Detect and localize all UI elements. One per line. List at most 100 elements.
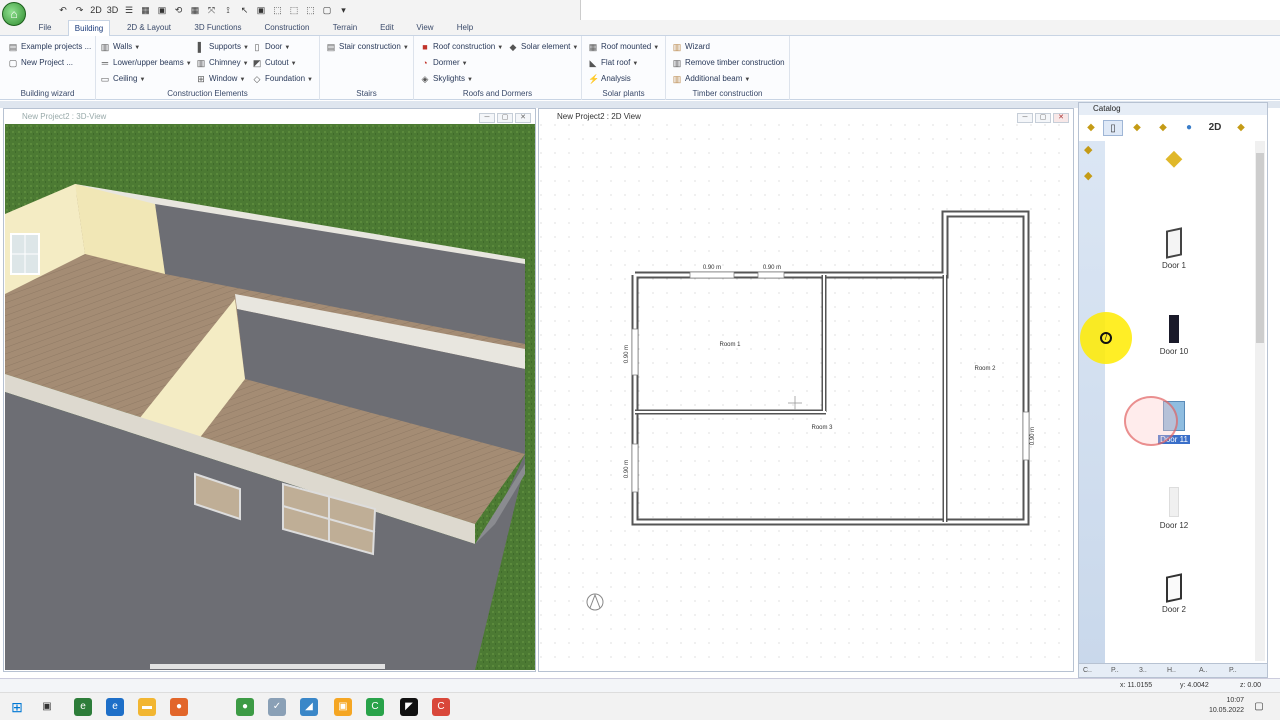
catalog-tab[interactable]: P.. xyxy=(1111,664,1119,678)
analysis-button[interactable]: ⚡ Analysis xyxy=(588,72,631,86)
tab-2d-layout[interactable]: 2D & Layout xyxy=(120,20,178,36)
compass-icon[interactable] xyxy=(586,593,604,611)
task-view-icon[interactable]: ▣ xyxy=(38,698,56,716)
app-icon[interactable]: C xyxy=(366,698,384,716)
app-icon[interactable]: C xyxy=(432,698,450,716)
catalog-folder-up[interactable]: ◆ xyxy=(1109,145,1239,175)
catalog-tab[interactable]: A.. xyxy=(1199,664,1208,678)
close-button[interactable]: ✕ xyxy=(515,113,531,123)
additional-beam-button[interactable]: ▥ Additional beam ▼ xyxy=(672,72,751,86)
quick-access-button[interactable]: ⬚ xyxy=(271,3,285,17)
notification-icon[interactable]: ▢ xyxy=(1250,698,1268,716)
firefox-icon[interactable]: ● xyxy=(170,698,188,716)
quick-access-button[interactable]: ⬚ xyxy=(304,3,318,17)
catalog-tab[interactable]: C.. xyxy=(1083,664,1092,678)
room-label[interactable]: Room 1 xyxy=(719,342,741,348)
quick-access-button[interactable]: ☰ xyxy=(122,3,136,17)
scrollbar-thumb[interactable] xyxy=(1256,153,1264,343)
catalog-door-icon[interactable]: ▯ xyxy=(1103,120,1123,136)
minimize-button[interactable]: ─ xyxy=(479,113,495,123)
catalog-options-icon[interactable]: ◆ xyxy=(1231,120,1251,136)
chimney-button[interactable]: ▥ Chimney ▼ xyxy=(196,56,249,70)
beams-button[interactable]: ═ Lower/upper beams ▼ xyxy=(100,56,192,70)
tab-help[interactable]: Help xyxy=(450,20,480,36)
wizard-button[interactable]: ▥ Wizard xyxy=(672,40,710,54)
stair-construction-button[interactable]: ▤ Stair construction ▼ xyxy=(326,40,409,54)
door-button[interactable]: ▯ Door ▼ xyxy=(252,40,291,54)
app-icon[interactable]: ▣ xyxy=(334,698,352,716)
catalog-tab[interactable]: H.. xyxy=(1167,664,1176,678)
quick-access-button[interactable]: ▣ xyxy=(155,3,169,17)
maximize-button[interactable]: ▢ xyxy=(1035,113,1051,123)
edge-icon[interactable]: e xyxy=(74,698,92,716)
quick-access-button[interactable]: ▦ xyxy=(139,3,153,17)
chrome-icon[interactable]: ● xyxy=(236,698,254,716)
3d-viewport[interactable] xyxy=(5,124,535,670)
app-menu-button[interactable]: ⌂ xyxy=(2,2,26,26)
quick-access-button[interactable]: ⟲ xyxy=(172,3,186,17)
windows-start-icon[interactable]: ⊞ xyxy=(8,698,26,716)
catalog-view-icon[interactable]: ◆ xyxy=(1153,120,1173,136)
file-explorer-icon[interactable]: ▬ xyxy=(138,698,156,716)
window-button[interactable]: ⊞ Window ▼ xyxy=(196,72,245,86)
tab-terrain[interactable]: Terrain xyxy=(326,20,364,36)
app-icon[interactable]: ◢ xyxy=(300,698,318,716)
foundation-button[interactable]: ◇ Foundation ▼ xyxy=(252,72,313,86)
quick-access-button[interactable]: ↶ xyxy=(56,3,70,17)
quick-access-button[interactable]: ▣ xyxy=(254,3,268,17)
close-button[interactable]: ✕ xyxy=(1053,113,1069,123)
catalog-tree-folder-icon[interactable]: ◆ xyxy=(1084,143,1092,156)
quick-access-button[interactable]: ↖ xyxy=(238,3,252,17)
dormer-button[interactable]: ◔ Dormer ▼ xyxy=(420,56,467,70)
roof-construction-button[interactable]: ■ Roof construction ▼ xyxy=(420,40,503,54)
tab-file[interactable]: File xyxy=(30,20,60,36)
flat-roof-button[interactable]: ◣ Flat roof ▼ xyxy=(588,56,639,70)
minimize-button[interactable]: ─ xyxy=(1017,113,1033,123)
new-project-button[interactable]: ▢ New Project ... xyxy=(8,56,73,70)
catalog-globe-icon[interactable]: ● xyxy=(1179,120,1199,136)
quick-access-button[interactable]: ⟟ xyxy=(221,3,235,17)
room-label[interactable]: Room 3 xyxy=(811,425,833,431)
catalog-up-icon[interactable]: ◆ xyxy=(1127,120,1147,136)
catalog-tab[interactable]: 3.. xyxy=(1139,664,1147,678)
quick-access-button[interactable]: ⤧ xyxy=(205,3,219,17)
example-projects-button[interactable]: ▤ Example projects ... xyxy=(8,40,92,54)
app-icon[interactable]: ◤ xyxy=(400,698,418,716)
tab-3d-functions[interactable]: 3D Functions xyxy=(188,20,248,36)
catalog-folder-icon[interactable]: ◆ xyxy=(1081,120,1101,136)
catalog-item[interactable]: Door 2 xyxy=(1109,573,1239,614)
quick-access-button[interactable]: ▾ xyxy=(337,3,351,17)
tab-view[interactable]: View xyxy=(410,20,440,36)
catalog-scrollbar[interactable] xyxy=(1255,141,1265,661)
walls-button[interactable]: ▥ Walls ▼ xyxy=(100,40,140,54)
cutout-button[interactable]: ◩ Cutout ▼ xyxy=(252,56,297,70)
app-icon[interactable]: ✓ xyxy=(268,698,286,716)
quick-access-button[interactable]: ▢ xyxy=(320,3,334,17)
catalog-item[interactable]: Door 1 xyxy=(1109,227,1239,270)
catalog-item[interactable]: Door 12 xyxy=(1109,487,1239,530)
group-stairs: ▤ Stair construction ▼ Stairs xyxy=(320,36,414,100)
panel-title: New Project2 : 2D View xyxy=(539,109,1073,125)
room-label[interactable]: Room 2 xyxy=(974,366,996,372)
catalog-tab[interactable]: P.. xyxy=(1229,664,1237,678)
catalog-tree-folder-icon[interactable]: ◆ xyxy=(1084,169,1092,182)
tab-edit[interactable]: Edit xyxy=(372,20,402,36)
quick-access-button[interactable]: ⬚ xyxy=(287,3,301,17)
ceiling-button[interactable]: ▭ Ceiling ▼ xyxy=(100,72,146,86)
tab-construction[interactable]: Construction xyxy=(258,20,316,36)
quick-access-button[interactable]: ▦ xyxy=(188,3,202,17)
quick-access-button[interactable]: ↷ xyxy=(73,3,87,17)
quick-access-button[interactable]: 2D xyxy=(89,3,103,17)
maximize-button[interactable]: ▢ xyxy=(497,113,513,123)
edge-browser-icon[interactable]: e xyxy=(106,698,124,716)
roof-mounted-button[interactable]: ▦ Roof mounted ▼ xyxy=(588,40,659,54)
solar-element-button[interactable]: ◆ Solar element ▼ xyxy=(508,40,579,54)
skylights-button[interactable]: ◈ Skylights ▼ xyxy=(420,72,473,86)
remove-timber-button[interactable]: ▥ Remove timber construction xyxy=(672,56,785,70)
quick-access-button[interactable]: 3D xyxy=(106,3,120,17)
system-clock[interactable]: 10:07 10.05.2022 xyxy=(1209,696,1244,716)
2d-viewport[interactable]: 0.90 m 0.90 m 0.90 m 0.90 m 0.90 m Room … xyxy=(540,124,1072,670)
tab-building[interactable]: Building xyxy=(68,20,110,36)
supports-button[interactable]: ▌ Supports ▼ xyxy=(196,40,249,54)
catalog-2d-button[interactable]: 2D xyxy=(1205,120,1225,136)
